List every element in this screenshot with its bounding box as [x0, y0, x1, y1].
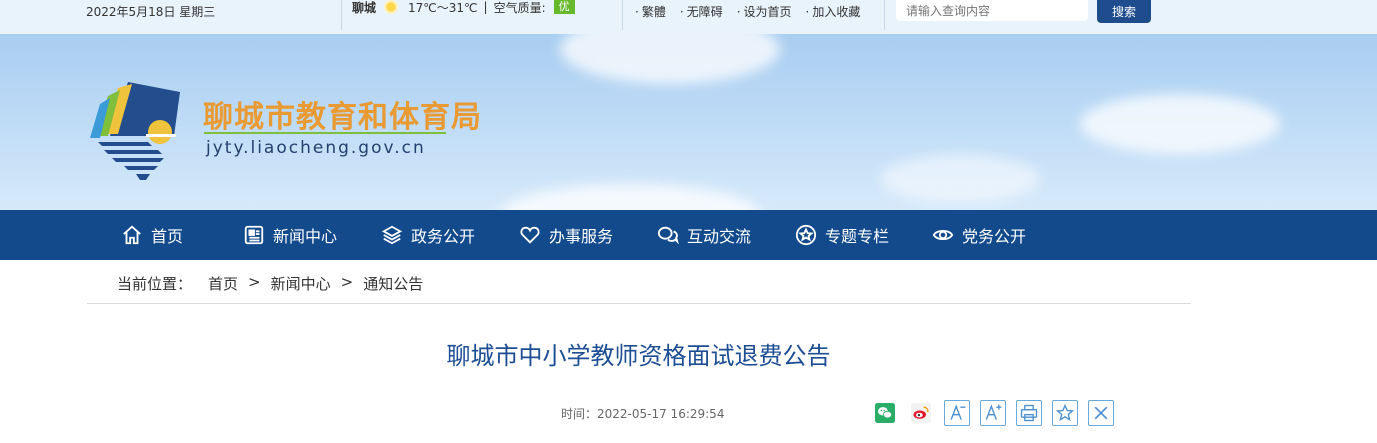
- print-button[interactable]: [1016, 400, 1042, 426]
- article-time: 时间：2022-05-17 16:29:54: [561, 407, 725, 421]
- breadcrumb-separator: >: [340, 273, 354, 291]
- nav-label: 互动交流: [687, 227, 752, 246]
- cloud: [560, 34, 780, 84]
- logo-underline: [204, 132, 446, 134]
- share-toolbar: [872, 400, 1114, 426]
- divider: |: [483, 0, 488, 14]
- search-button[interactable]: 搜索: [1097, 0, 1151, 23]
- star-circle-icon: [795, 224, 817, 246]
- add-favorite-link[interactable]: 加入收藏: [806, 3, 860, 20]
- divider: [884, 0, 885, 30]
- top-links: 繁體 无障碍 设为首页 加入收藏: [635, 3, 861, 20]
- favorite-icon: [1055, 403, 1075, 422]
- nav-item-special-topics[interactable]: 专题专栏: [795, 210, 889, 260]
- close-button[interactable]: [1088, 400, 1114, 426]
- site-banner: 聊城市教育和体育局 jyty.liaocheng.gov.cn: [0, 34, 1377, 210]
- air-quality-badge: 优: [553, 0, 575, 14]
- print-icon: [1020, 404, 1038, 422]
- current-date: 2022年5月18日 星期三: [86, 5, 216, 19]
- nav-item-government-affairs[interactable]: 政务公开: [381, 210, 475, 260]
- breadcrumb-item-news[interactable]: 新闻中心: [271, 273, 331, 294]
- weather-city: 聊城: [352, 0, 377, 15]
- nav-label: 专题专栏: [825, 227, 890, 246]
- nav-item-party-affairs[interactable]: 党务公开: [932, 210, 1026, 260]
- set-homepage-link[interactable]: 设为首页: [737, 3, 792, 20]
- nav-item-services[interactable]: 办事服务: [519, 210, 613, 260]
- newspaper-icon: [244, 225, 264, 245]
- favorite-button[interactable]: [1052, 400, 1078, 426]
- divider: [341, 0, 342, 30]
- air-quality-label: 空气质量:: [493, 0, 546, 15]
- home-icon: [123, 225, 141, 245]
- cloud: [1080, 94, 1280, 154]
- wechat-share-button[interactable]: [872, 400, 898, 426]
- weather-temperature: 17℃～31℃: [408, 0, 478, 15]
- nav-label: 新闻中心: [273, 227, 338, 246]
- nav-label: 首页: [151, 227, 184, 246]
- font-increase-button[interactable]: [980, 400, 1006, 426]
- breadcrumb: 当前位置： 首页 > 新闻中心 > 通知公告: [117, 273, 423, 294]
- nav-label: 政务公开: [411, 227, 476, 246]
- nav-label: 党务公开: [962, 227, 1027, 246]
- cloud: [880, 154, 1040, 204]
- heart-icon: [520, 226, 540, 244]
- main-nav: 首页 新闻中心 政务公开 办事服务 互动交流 专题专栏 党务公开: [0, 210, 1377, 260]
- nav-item-home[interactable]: 首页: [121, 210, 183, 260]
- close-icon: [1094, 406, 1108, 420]
- layers-icon: [381, 225, 403, 245]
- search-input[interactable]: [896, 0, 1088, 21]
- nav-item-news[interactable]: 新闻中心: [243, 210, 337, 260]
- weather-widget: 聊城 17℃～31℃ | 空气质量: 优: [352, 0, 575, 15]
- site-logo-icon[interactable]: [88, 74, 188, 184]
- article-title: 聊城市中小学教师资格面试退费公告: [446, 342, 831, 370]
- breadcrumb-separator: >: [248, 273, 261, 291]
- sun-icon: [384, 0, 399, 14]
- weibo-share-button[interactable]: [908, 400, 934, 426]
- breadcrumb-prefix: 当前位置：: [117, 275, 193, 293]
- weibo-icon: [911, 403, 931, 423]
- top-bar: 2022年5月18日 星期三 聊城 17℃～31℃ | 空气质量: 优 繁體 无…: [0, 0, 1377, 34]
- font-decrease-button[interactable]: [944, 400, 970, 426]
- eye-icon: [932, 229, 954, 241]
- breadcrumb-item-home[interactable]: 首页: [208, 273, 238, 294]
- site-url: jyty.liaocheng.gov.cn: [206, 138, 426, 158]
- cloud: [500, 184, 760, 210]
- accessibility-link[interactable]: 无障碍: [680, 3, 723, 20]
- site-name: 聊城市教育和体育局: [203, 100, 482, 135]
- traditional-chinese-link[interactable]: 繁體: [635, 3, 666, 20]
- nav-label: 办事服务: [549, 227, 614, 246]
- divider: [622, 0, 623, 30]
- wechat-icon: [875, 403, 895, 423]
- nav-item-interaction[interactable]: 互动交流: [657, 210, 751, 260]
- font-decrease-icon: [950, 404, 966, 420]
- divider: [87, 303, 1191, 304]
- font-increase-icon: [985, 404, 1002, 420]
- breadcrumb-item-notices[interactable]: 通知公告: [363, 273, 423, 294]
- chat-icon: [657, 226, 679, 245]
